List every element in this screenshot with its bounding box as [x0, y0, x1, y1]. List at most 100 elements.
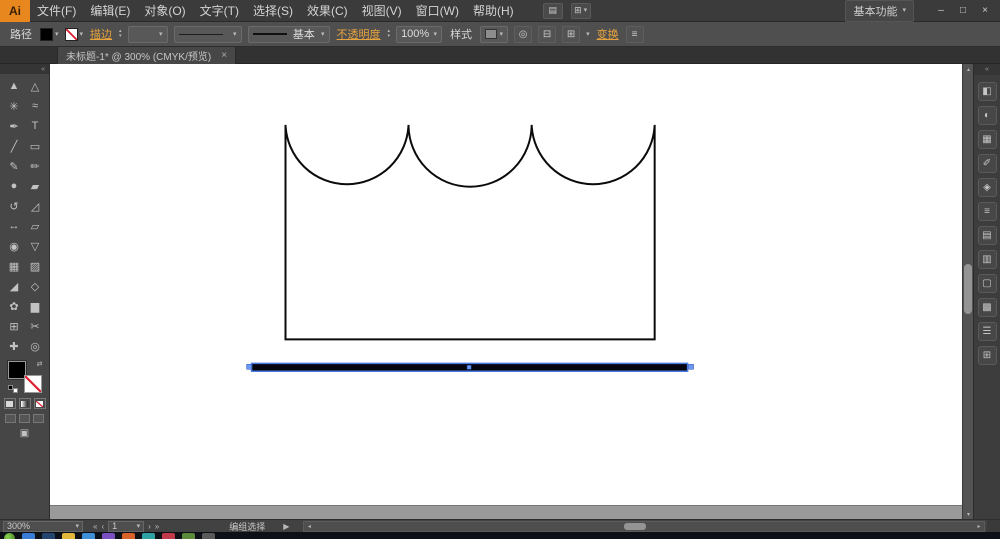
gradient-button[interactable] [19, 398, 31, 409]
perspective-grid-tool[interactable]: ▽ [25, 236, 46, 256]
line-segment-tool[interactable]: ╱ [4, 136, 25, 156]
close-button[interactable]: × [974, 3, 996, 19]
menu-item[interactable]: 窗口(W) [409, 0, 466, 22]
document-tab[interactable]: 未标题-1* @ 300% (CMYK/预览) × [57, 47, 236, 64]
arrange-documents-icon[interactable]: ⊞ ▾ [571, 3, 591, 19]
vertical-scrollbar[interactable]: ▴ ▾ [962, 64, 973, 519]
scroll-right-icon[interactable]: ▸ [974, 522, 984, 531]
recolor-artwork-icon[interactable]: ◎ [514, 26, 532, 43]
symbol-sprayer-tool[interactable]: ✿ [4, 296, 25, 316]
column-graph-tool[interactable]: ▆ [25, 296, 46, 316]
artboard-number-input[interactable]: 1 ▾ [108, 521, 144, 532]
vertical-scroll-thumb[interactable] [964, 264, 972, 314]
mesh-tool[interactable]: ▦ [4, 256, 25, 276]
pencil-tool[interactable]: ✏ [25, 156, 46, 176]
first-artboard-button[interactable]: « [93, 522, 97, 531]
hand-tool[interactable]: ✚ [4, 336, 25, 356]
workspace-switcher[interactable]: 基本功能 ▾ [845, 0, 914, 22]
brush-select[interactable]: 基本 ▾ [248, 26, 330, 43]
stroke-color-control[interactable]: ▾ [65, 28, 84, 41]
magic-wand-tool[interactable]: ✳ [4, 96, 25, 116]
taskbar-icon[interactable] [42, 533, 55, 539]
lasso-tool[interactable]: ≈ [25, 96, 46, 116]
direct-selection-tool[interactable]: △ [25, 76, 46, 96]
pen-tool[interactable]: ✒ [4, 116, 25, 136]
taskbar-icon[interactable] [182, 533, 195, 539]
slice-tool[interactable]: ✂ [25, 316, 46, 336]
layers-panel-icon[interactable]: ☰ [978, 322, 997, 341]
appearance-panel-icon[interactable]: ▢ [978, 274, 997, 293]
stroke-swatch-large[interactable] [24, 375, 42, 393]
screen-mode-button[interactable]: ▣ [0, 428, 49, 439]
horizontal-scroll-thumb[interactable] [624, 523, 646, 530]
restore-button[interactable]: □ [952, 3, 974, 19]
taskbar-icon[interactable] [162, 533, 175, 539]
scale-tool[interactable]: ◿ [25, 196, 46, 216]
rectangle-tool[interactable]: ▭ [25, 136, 46, 156]
start-button[interactable] [4, 533, 15, 539]
stroke-weight-select[interactable]: ▾ [128, 26, 168, 43]
scroll-left-icon[interactable]: ◂ [304, 522, 314, 531]
blend-tool[interactable]: ◇ [25, 276, 46, 296]
taskbar-icon[interactable] [202, 533, 215, 539]
taskbar-icon[interactable] [82, 533, 95, 539]
eraser-tool[interactable]: ▰ [25, 176, 46, 196]
width-profile-select[interactable]: ▾ [174, 26, 242, 43]
style-swatch-select[interactable]: ▾ [480, 26, 508, 43]
gradient-tool[interactable]: ▨ [25, 256, 46, 276]
taskbar-icon[interactable] [142, 533, 155, 539]
none-button[interactable] [34, 398, 46, 409]
stroke-panel-icon[interactable]: ≡ [978, 202, 997, 221]
paintbrush-tool[interactable]: ✎ [4, 156, 25, 176]
taskbar-icon[interactable] [62, 533, 75, 539]
taskbar-icon[interactable] [22, 533, 35, 539]
type-tool[interactable]: T [25, 116, 46, 136]
stroke-panel-link[interactable]: 描边 [89, 26, 113, 42]
close-tab-icon[interactable]: × [221, 50, 227, 61]
brushes-panel-icon[interactable]: ✐ [978, 154, 997, 173]
rotate-tool[interactable]: ↺ [4, 196, 25, 216]
distribute-icon[interactable]: ⊞ [562, 26, 580, 43]
color-panel-icon[interactable]: ◧ [978, 82, 997, 101]
fill-stroke-control[interactable]: ⇄ [8, 361, 42, 393]
zoom-select[interactable]: 300% ▾ [3, 521, 83, 532]
menu-item[interactable]: 视图(V) [355, 0, 409, 22]
menu-item[interactable]: 对象(O) [137, 0, 192, 22]
dock-expand-button[interactable]: « [974, 64, 1000, 75]
artboard-tool[interactable]: ⊞ [4, 316, 25, 336]
menu-item[interactable]: 编辑(E) [83, 0, 137, 22]
status-menu-arrow[interactable]: ▶ [283, 522, 289, 531]
opacity-stepper[interactable]: ▴ ▾ [388, 29, 391, 39]
tools-panel-header[interactable]: « [0, 64, 49, 74]
align-icon[interactable]: ⊟ [538, 26, 556, 43]
draw-behind-button[interactable] [19, 414, 30, 423]
shape-builder-tool[interactable]: ◉ [4, 236, 25, 256]
gradient-panel-icon[interactable]: ▤ [978, 226, 997, 245]
artboards-panel-icon[interactable]: ⊞ [978, 346, 997, 365]
stroke-weight-stepper[interactable]: ▴ ▾ [119, 29, 122, 39]
blob-brush-tool[interactable]: ● [4, 176, 25, 196]
menu-item[interactable]: 选择(S) [246, 0, 300, 22]
swatches-panel-icon[interactable]: ▦ [978, 130, 997, 149]
menu-item[interactable]: 文件(F) [30, 0, 83, 22]
scalloped-shape-path[interactable] [286, 125, 655, 340]
artboard[interactable] [50, 64, 962, 506]
default-fill-stroke-icon[interactable] [8, 385, 18, 393]
minimize-button[interactable]: – [930, 3, 952, 19]
menu-item[interactable]: 帮助(H) [466, 0, 521, 22]
eyedropper-tool[interactable]: ◢ [4, 276, 25, 296]
width-tool[interactable]: ↔ [4, 216, 25, 236]
zoom-tool[interactable]: ◎ [25, 336, 46, 356]
opacity-select[interactable]: 100% ▾ [396, 26, 442, 43]
swap-fill-stroke-icon[interactable]: ⇄ [37, 361, 43, 368]
menu-item[interactable]: 效果(C) [300, 0, 355, 22]
transparency-panel-icon[interactable]: ▥ [978, 250, 997, 269]
last-artboard-button[interactable]: » [155, 522, 159, 531]
graphic-styles-panel-icon[interactable]: ▩ [978, 298, 997, 317]
menu-item[interactable]: 文字(T) [193, 0, 246, 22]
align-options-caret[interactable]: ▾ [586, 31, 590, 38]
document-layout-icon[interactable]: ▤ [543, 3, 563, 19]
taskbar-icon[interactable] [122, 533, 135, 539]
selection-tool[interactable]: ▲ [4, 76, 25, 96]
horizontal-scrollbar[interactable]: ◂ ▸ [303, 521, 985, 532]
